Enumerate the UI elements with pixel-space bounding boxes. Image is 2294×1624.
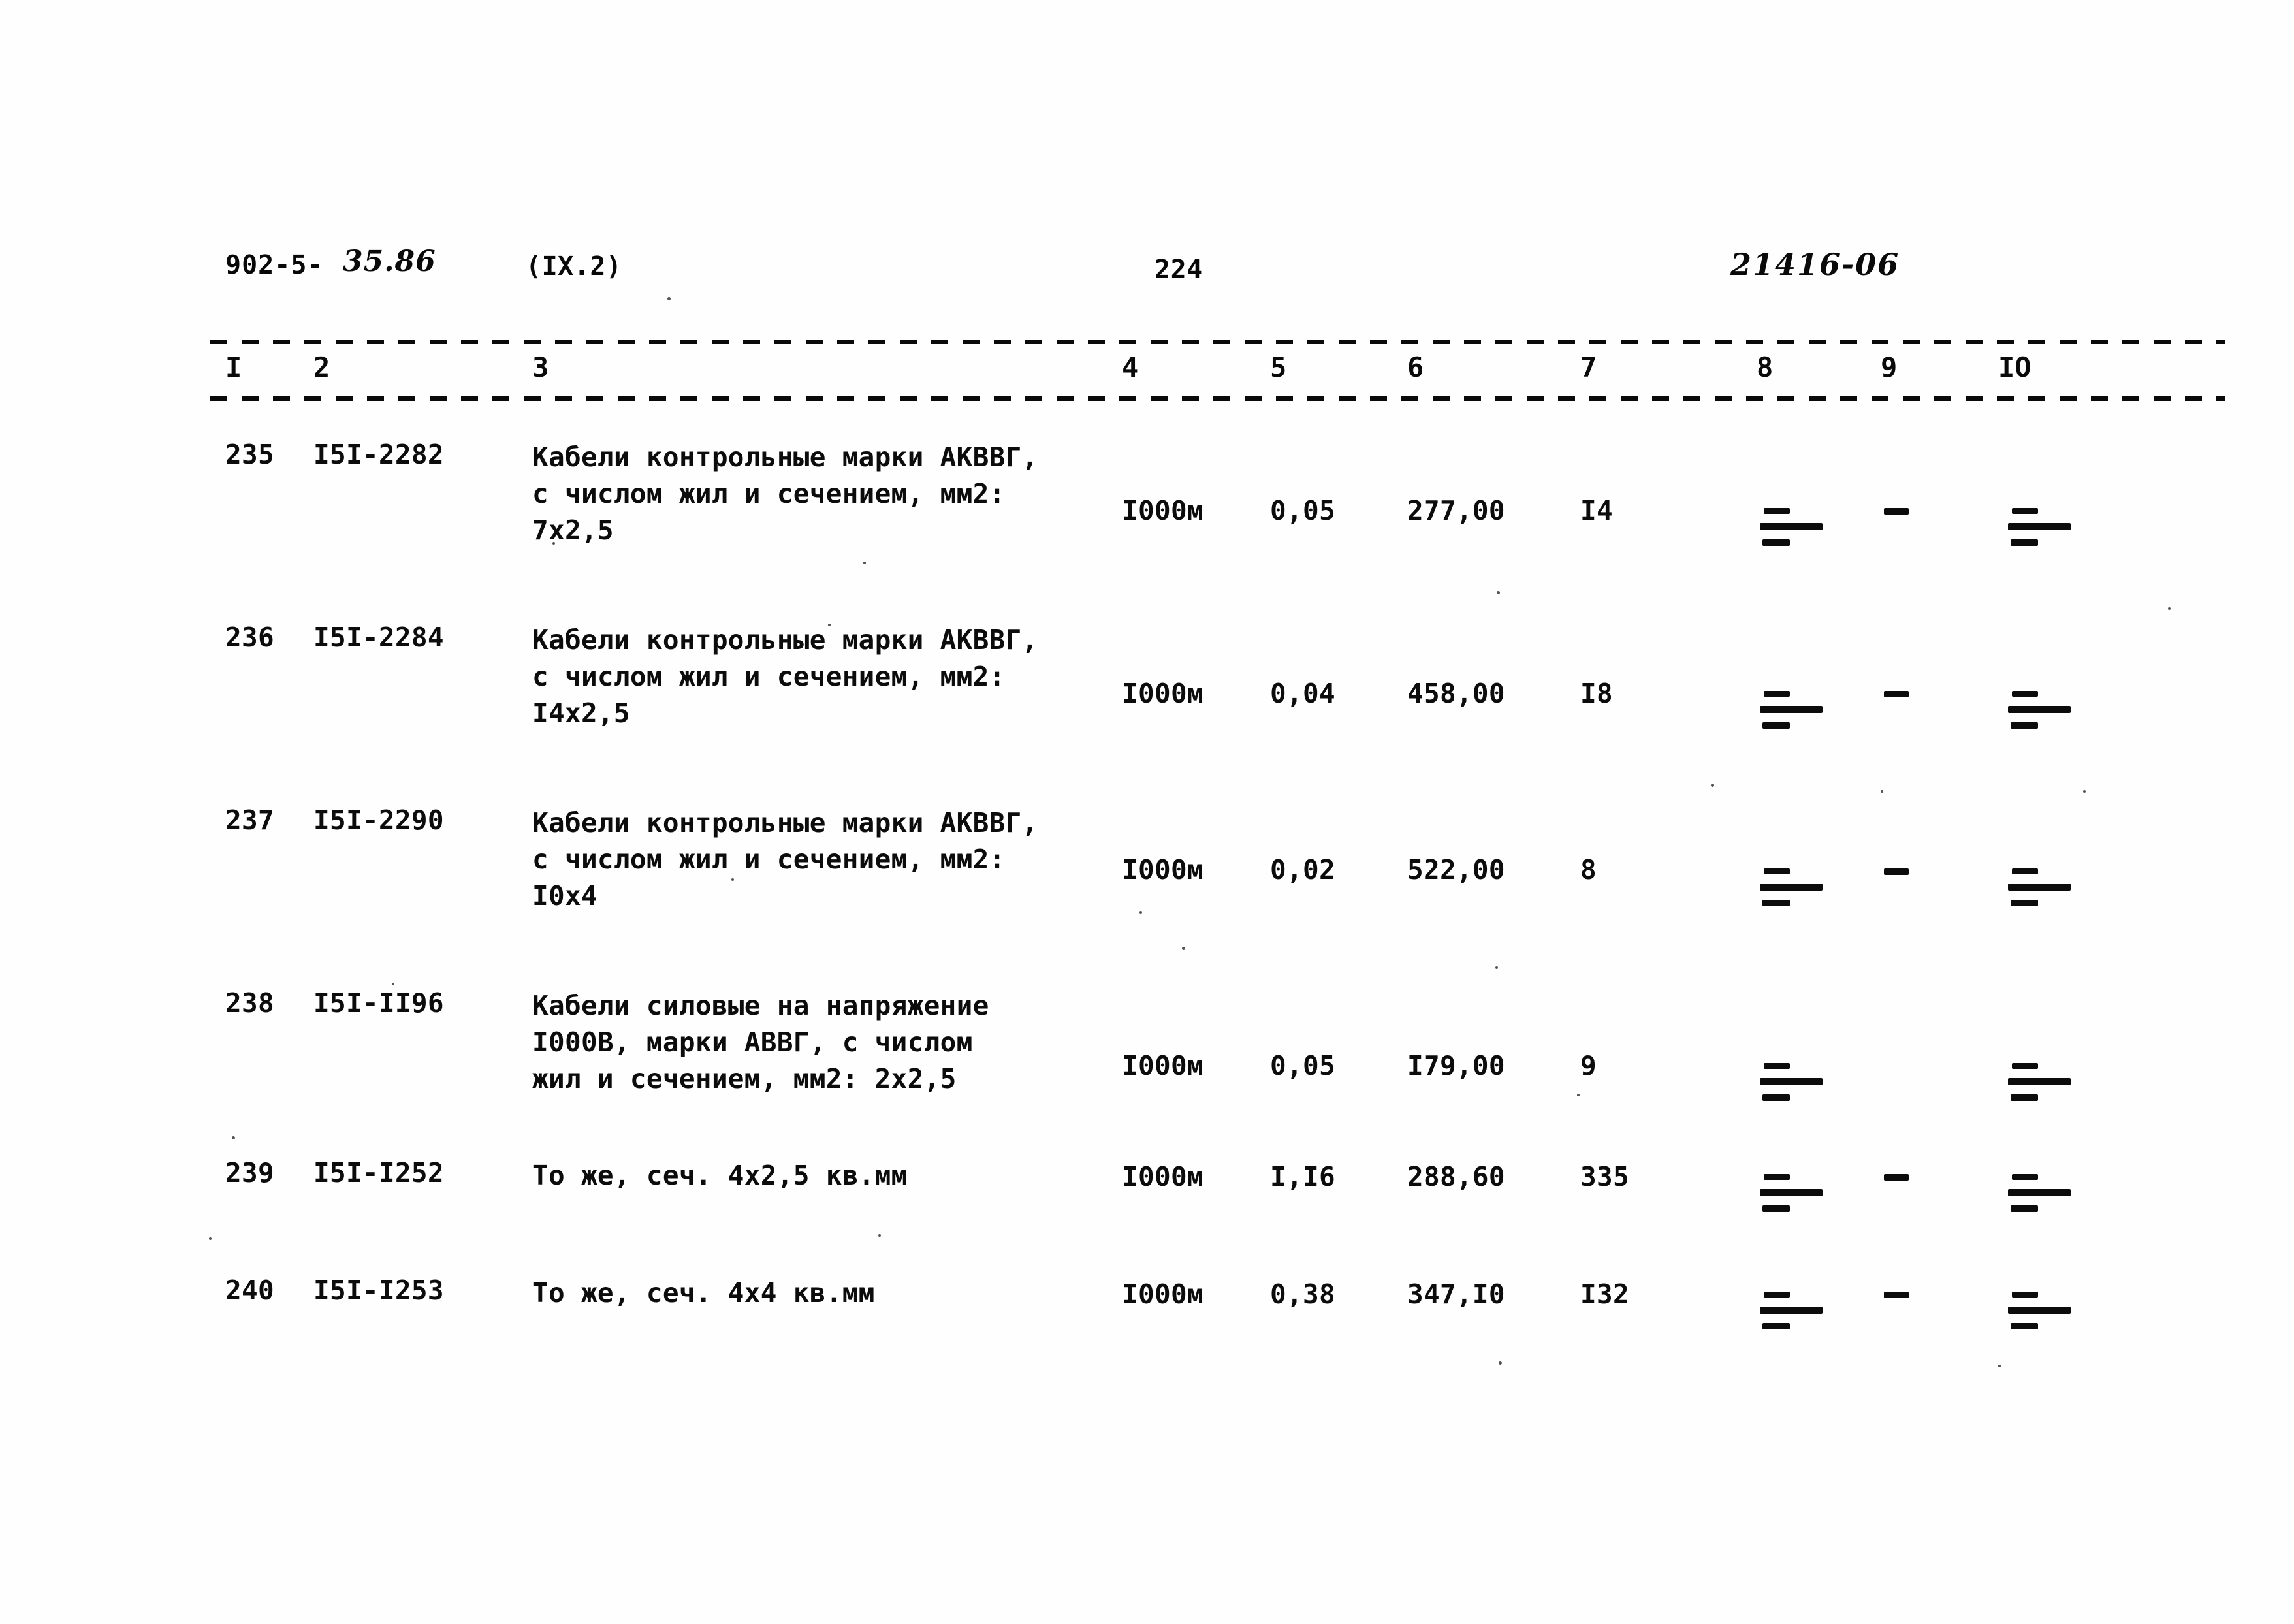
- scan-speck: [1182, 947, 1185, 950]
- row-code-cell: I5I-I252: [313, 1157, 444, 1188]
- scan-speck: [1497, 591, 1500, 594]
- row-number-cell: 237: [225, 804, 274, 836]
- description-line: Кабели контрольные марки АКВВГ,: [532, 807, 1038, 838]
- row-code-cell: I5I-2284: [313, 622, 444, 653]
- row-code-cell: I5I-I253: [313, 1275, 444, 1306]
- row-description-cell: Кабели контрольные марки АКВВГ, с числом …: [532, 622, 1038, 731]
- scan-speck: [552, 542, 555, 545]
- row-number-cell: 238: [225, 987, 274, 1019]
- row-quantity-cell: 0,02: [1270, 854, 1335, 885]
- row-quantity-cell: 0,05: [1270, 495, 1335, 526]
- row-col10-dash-mark: [2008, 691, 2071, 729]
- scan-speck: [209, 1237, 212, 1240]
- description-line: Кабели контрольные марки АКВВГ,: [532, 624, 1038, 656]
- description-line: I000В, марки АВВГ, с числом: [532, 1027, 973, 1058]
- row-col8-dash-mark: [1760, 508, 1823, 546]
- scan-speck: [1711, 784, 1714, 787]
- row-col9-dash-mark: [1884, 1292, 1909, 1298]
- scan-speck: [1577, 1094, 1580, 1096]
- description-line: То же, сеч. 4x4 кв.мм: [532, 1277, 875, 1309]
- description-line: жил и сечением, мм2: 2x2,5: [532, 1063, 957, 1094]
- scan-speck: [828, 624, 831, 626]
- row-number-cell: 235: [225, 439, 274, 470]
- row-quantity-cell: 0,04: [1270, 678, 1335, 709]
- row-description-cell: Кабели контрольные марки АКВВГ, с числом …: [532, 804, 1038, 914]
- scan-speck: [1499, 1361, 1502, 1365]
- description-line: Кабели контрольные марки АКВВГ,: [532, 441, 1038, 473]
- row-description-cell: Кабели силовые на напряжение I000В, марки…: [532, 987, 989, 1097]
- row-col8-dash-mark: [1760, 1174, 1823, 1212]
- row-quantity-cell: 0,38: [1270, 1279, 1335, 1310]
- scan-speck: [1139, 911, 1142, 914]
- row-col10-dash-mark: [2008, 1174, 2071, 1212]
- row-col10-dash-mark: [2008, 1063, 2071, 1101]
- row-price-cell: 458,00: [1407, 678, 1505, 709]
- row-unit-cell: I000м: [1122, 1050, 1203, 1081]
- row-unit-cell: I000м: [1122, 678, 1203, 709]
- row-mass-cell: I4: [1580, 495, 1613, 526]
- row-col10-dash-mark: [2008, 508, 2071, 546]
- row-col9-dash-mark: [1884, 691, 1909, 697]
- row-description-cell: То же, сеч. 4x4 кв.мм: [532, 1275, 875, 1311]
- row-col9-dash-mark: [1884, 1174, 1909, 1181]
- scan-speck: [2083, 790, 2086, 793]
- row-price-cell: I79,00: [1407, 1050, 1505, 1081]
- description-line: I0x4: [532, 880, 597, 912]
- scan-speck: [731, 878, 734, 881]
- description-line: с числом жил и сечением, мм2:: [532, 844, 1006, 875]
- scan-speck: [878, 1234, 881, 1237]
- row-description-cell: То же, сеч. 4x2,5 кв.мм: [532, 1157, 908, 1194]
- row-code-cell: I5I-2282: [313, 439, 444, 470]
- row-mass-cell: I32: [1580, 1279, 1629, 1310]
- scan-speck: [1881, 790, 1883, 793]
- row-col9-dash-mark: [1884, 508, 1909, 515]
- row-number-cell: 236: [225, 622, 274, 653]
- scan-speck: [1998, 1365, 2001, 1367]
- row-price-cell: 522,00: [1407, 854, 1505, 885]
- row-unit-cell: I000м: [1122, 854, 1203, 885]
- row-number-cell: 239: [225, 1157, 274, 1188]
- scan-speck: [2168, 607, 2171, 610]
- row-col8-dash-mark: [1760, 868, 1823, 906]
- row-unit-cell: I000м: [1122, 495, 1203, 526]
- scan-speck: [232, 1136, 235, 1139]
- row-mass-cell: 9: [1580, 1050, 1597, 1081]
- scan-speck: [392, 983, 394, 985]
- row-number-cell: 240: [225, 1275, 274, 1306]
- row-mass-cell: 8: [1580, 854, 1597, 885]
- row-unit-cell: I000м: [1122, 1161, 1203, 1192]
- row-col8-dash-mark: [1760, 1063, 1823, 1101]
- row-col8-dash-mark: [1760, 691, 1823, 729]
- scan-speck: [667, 297, 671, 300]
- row-code-cell: I5I-II96: [313, 987, 444, 1019]
- row-mass-cell: 335: [1580, 1161, 1629, 1192]
- description-line: с числом жил и сечением, мм2:: [532, 661, 1006, 692]
- row-col9-dash-mark: [1884, 868, 1909, 875]
- table-body: 235 I5I-2282 Кабели контрольные марки АКВВ…: [0, 0, 2294, 1624]
- row-price-cell: 288,60: [1407, 1161, 1505, 1192]
- scanned-document-page: 902-5- 35.86 (IX.2) 224 21416-06 I234567…: [0, 0, 2294, 1624]
- scan-speck: [863, 562, 866, 564]
- row-col10-dash-mark: [2008, 1292, 2071, 1329]
- description-line: 7x2,5: [532, 515, 614, 546]
- description-line: с числом жил и сечением, мм2:: [532, 478, 1006, 509]
- row-unit-cell: I000м: [1122, 1279, 1203, 1310]
- row-col10-dash-mark: [2008, 868, 2071, 906]
- description-line: Кабели силовые на напряжение: [532, 990, 989, 1021]
- row-code-cell: I5I-2290: [313, 804, 444, 836]
- row-col8-dash-mark: [1760, 1292, 1823, 1329]
- row-mass-cell: I8: [1580, 678, 1613, 709]
- row-quantity-cell: I,I6: [1270, 1161, 1335, 1192]
- row-description-cell: Кабели контрольные марки АКВВГ, с числом …: [532, 439, 1038, 549]
- description-line: I4x2,5: [532, 697, 630, 729]
- scan-speck: [1495, 966, 1498, 969]
- description-line: То же, сеч. 4x2,5 кв.мм: [532, 1160, 908, 1191]
- row-price-cell: 347,I0: [1407, 1279, 1505, 1310]
- row-quantity-cell: 0,05: [1270, 1050, 1335, 1081]
- row-price-cell: 277,00: [1407, 495, 1505, 526]
